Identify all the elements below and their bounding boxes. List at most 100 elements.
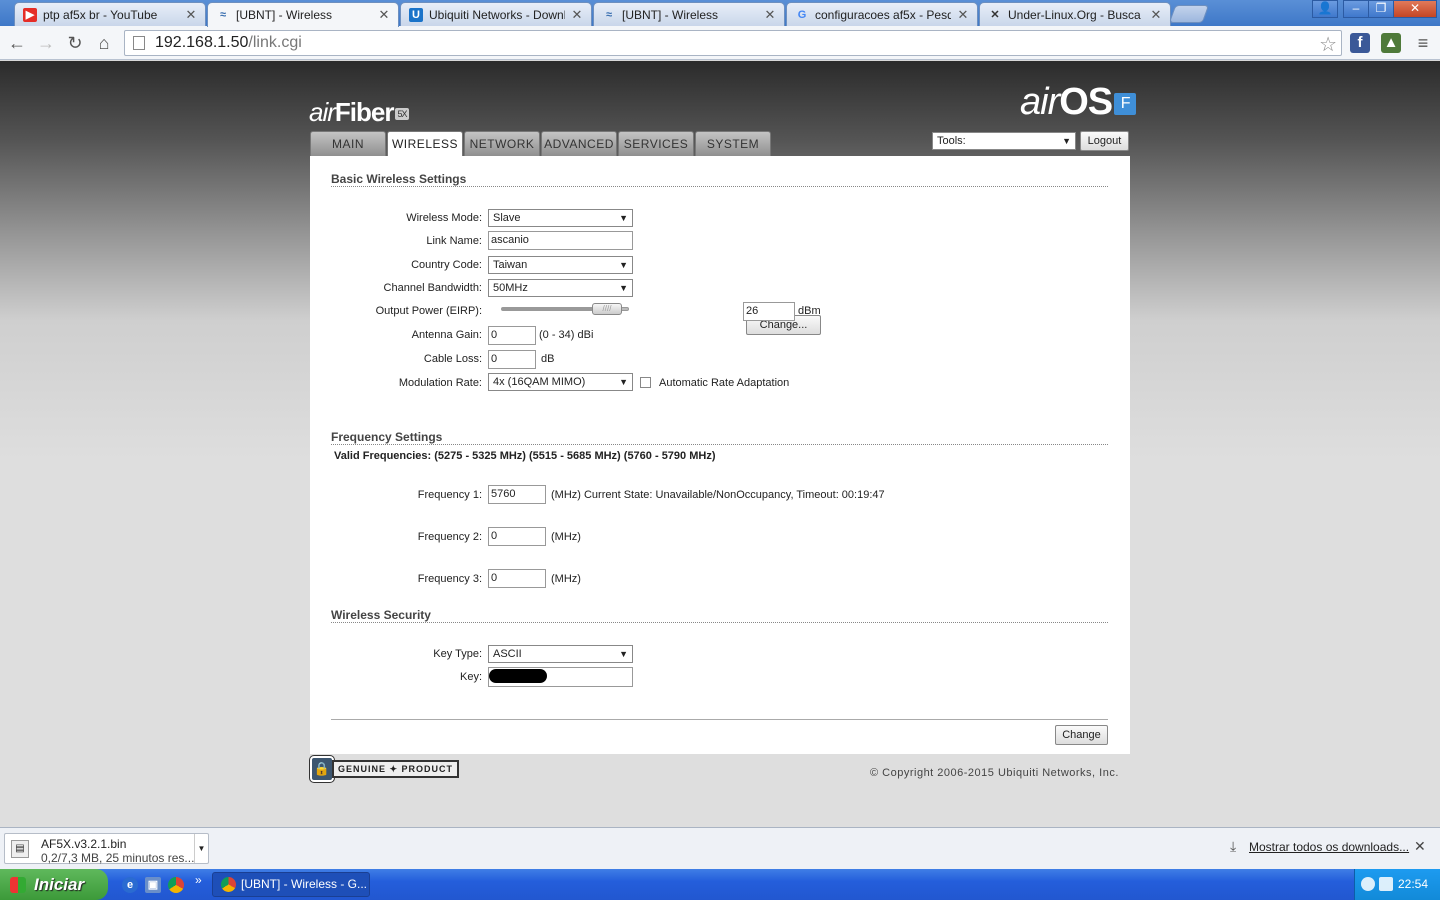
output-power-input[interactable]: 26 (743, 302, 795, 321)
frequency-2-input[interactable]: 0 (488, 527, 546, 546)
rss-icon: ≈ (605, 8, 613, 21)
tools-dropdown[interactable]: Tools: ▼ (932, 132, 1076, 150)
download-item[interactable]: ▤ AF5X.v3.2.1.bin 0,2/7,3 MB, 25 minutos… (4, 833, 209, 865)
antenna-gain-label: Antenna Gain: (411, 329, 482, 341)
menu-icon[interactable]: ≡ (1412, 32, 1434, 54)
user-profile-icon[interactable]: 👤 (1312, 0, 1338, 18)
underlinux-icon: ✕ (990, 9, 1000, 21)
page-icon (133, 36, 145, 50)
home-icon[interactable]: ⌂ (93, 32, 115, 54)
logout-button[interactable]: Logout (1080, 131, 1129, 151)
internet-explorer-icon[interactable]: e (122, 877, 138, 893)
close-window-button[interactable]: ✕ (1393, 0, 1437, 18)
bookmark-star-icon[interactable]: ☆ (1319, 32, 1337, 57)
cable-loss-input[interactable]: 0 (488, 350, 536, 369)
lock-icon: 🔒 (309, 755, 335, 783)
chevron-left-icon[interactable] (1361, 877, 1375, 891)
country-code-label: Country Code: (411, 259, 482, 271)
chevron-right-icon[interactable]: » (195, 873, 202, 887)
dropdown-arrow-icon: ▼ (619, 260, 628, 270)
frequency-3-input[interactable]: 0 (488, 569, 546, 588)
new-tab-button[interactable] (1168, 5, 1210, 23)
ubiquiti-icon: U (409, 7, 423, 22)
network-icon[interactable] (1379, 877, 1393, 891)
chevron-down-icon[interactable]: ▼ (194, 834, 208, 863)
close-icon[interactable]: ✕ (764, 7, 776, 23)
wireless-mode-select[interactable]: Slave ▼ (488, 209, 633, 227)
reload-icon[interactable]: ↻ (64, 32, 86, 54)
system-tray: 22:54 (1354, 869, 1440, 900)
browser-tab-google-search[interactable]: G configuracoes af5x - Pesquis ✕ (786, 2, 978, 26)
desktop-icon[interactable]: ▣ (145, 877, 161, 893)
address-bar[interactable]: 192.168.1.50/link.cgi ☆ (124, 30, 1342, 56)
dropdown-arrow-icon: ▼ (619, 283, 628, 293)
modulation-rate-select[interactable]: 4x (16QAM MIMO) ▼ (488, 373, 633, 391)
tab-advanced[interactable]: Advanced (541, 131, 617, 156)
dropdown-arrow-icon: ▼ (1062, 136, 1071, 146)
windows-logo-icon (10, 877, 26, 893)
basic-wireless-settings-title: Basic Wireless Settings (331, 172, 467, 186)
rss-icon: ≈ (219, 9, 227, 21)
country-code-select[interactable]: Taiwan ▼ (488, 256, 633, 274)
windows-taskbar: Iniciar e ▣ » [UBNT] - Wireless - G... 2… (0, 869, 1440, 900)
url-host: 192.168.1.50 (155, 34, 249, 51)
channel-bandwidth-label: Channel Bandwidth: (383, 282, 482, 294)
link-name-input[interactable]: ascanio (488, 231, 633, 250)
tab-network[interactable]: Network (464, 131, 540, 156)
download-status: 0,2/7,3 MB, 25 minutos res... (41, 851, 195, 865)
back-arrow-icon[interactable]: ← (6, 32, 28, 54)
browser-tab-ubnt-wireless[interactable]: ≈ [UBNT] - Wireless ✕ (593, 2, 785, 26)
auto-rate-adaptation-checkbox[interactable] (640, 377, 651, 388)
minimize-button[interactable]: – (1343, 0, 1369, 18)
modulation-rate-label: Modulation Rate: (398, 377, 482, 389)
dropdown-arrow-icon: ▼ (619, 377, 628, 387)
tab-main[interactable]: Main (310, 131, 386, 156)
change-button[interactable]: Change (1055, 725, 1108, 745)
facebook-extension-icon[interactable]: f (1350, 33, 1370, 53)
close-icon[interactable]: ✕ (957, 7, 969, 23)
antenna-gain-input[interactable]: 0 (488, 326, 536, 345)
output-power-slider[interactable]: //// (501, 303, 629, 315)
wireless-security-title: Wireless Security (331, 608, 431, 622)
taskbar-item-chrome[interactable]: [UBNT] - Wireless - G... (212, 872, 370, 897)
tab-services[interactable]: Services (618, 131, 694, 156)
image-extension-icon[interactable]: ▲ (1381, 33, 1401, 53)
section-divider (331, 444, 1108, 445)
output-power-unit: dBm (798, 305, 821, 317)
browser-toolbar: ← → ↻ ⌂ 192.168.1.50/link.cgi ☆ f ▲ ≡ (0, 26, 1440, 60)
close-icon[interactable]: ✕ (185, 7, 197, 23)
browser-tab-strip: ▶ ptp af5x br - YouTube ✕ ≈ [UBNT] - Wir… (0, 0, 1440, 27)
slider-handle[interactable]: //// (592, 303, 622, 315)
key-type-select[interactable]: ASCII ▼ (488, 645, 633, 663)
start-button[interactable]: Iniciar (0, 869, 108, 900)
tab-wireless[interactable]: Wireless (387, 131, 463, 157)
restore-button[interactable]: ❐ (1368, 0, 1394, 18)
close-icon[interactable]: ✕ (571, 7, 583, 23)
airos-page: airFiber 5X airOS F Main Wireless Network … (0, 61, 1440, 827)
dropdown-arrow-icon: ▼ (619, 213, 628, 223)
airos-logo: airOS F (1020, 81, 1137, 124)
channel-bandwidth-select[interactable]: 50MHz ▼ (488, 279, 633, 297)
clock: 22:54 (1397, 877, 1428, 891)
google-icon: G (797, 8, 807, 21)
download-icon: ⤓ (1230, 838, 1237, 854)
frequency-2-label: Frequency 2: (417, 531, 482, 543)
frequency-3-label: Frequency 3: (417, 573, 482, 585)
frequency-1-input[interactable]: 5760 (488, 485, 546, 504)
browser-tab-underlinux[interactable]: ✕ Under-Linux.Org - Busca Unc ✕ (979, 2, 1171, 26)
close-icon[interactable]: ✕ (378, 7, 390, 23)
settings-panel: Basic Wireless Settings Wireless Mode: S… (310, 156, 1130, 754)
section-divider (331, 186, 1108, 187)
close-icon[interactable]: ✕ (1150, 7, 1162, 23)
browser-tab-youtube[interactable]: ▶ ptp af5x br - YouTube ✕ (14, 2, 206, 26)
show-all-downloads-link[interactable]: Mostrar todos os downloads... (1249, 840, 1409, 854)
slider-fill (502, 308, 596, 310)
forward-arrow-icon[interactable]: → (35, 32, 57, 54)
auto-rate-adaptation-label: Automatic Rate Adaptation (659, 377, 790, 389)
chrome-icon[interactable] (168, 877, 184, 893)
browser-tab-ubnt-wireless-active[interactable]: ≈ [UBNT] - Wireless ✕ (207, 2, 399, 27)
tab-system[interactable]: System (695, 131, 771, 156)
link-name-label: Link Name: (426, 235, 482, 247)
close-icon[interactable]: ✕ (1414, 838, 1426, 855)
browser-tab-ubiquiti-download[interactable]: U Ubiquiti Networks - Download ✕ (400, 2, 592, 26)
